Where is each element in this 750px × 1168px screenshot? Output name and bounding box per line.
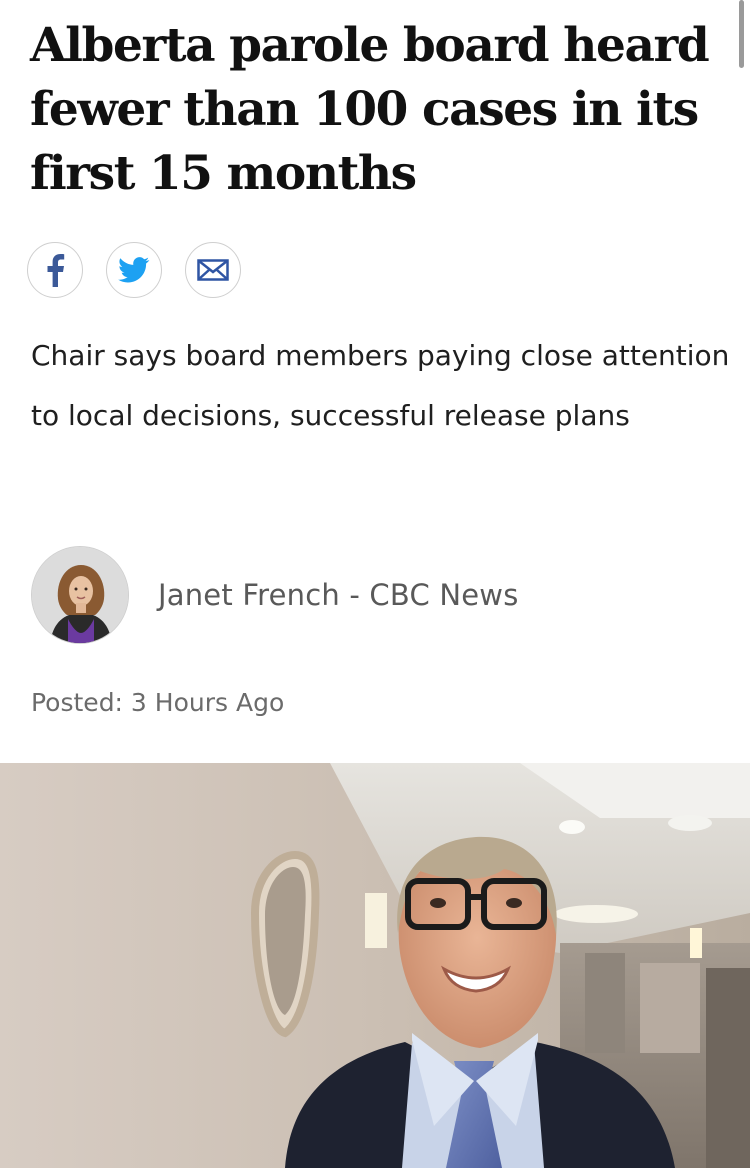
email-icon (197, 259, 229, 281)
twitter-icon (118, 257, 150, 283)
share-bar (27, 242, 241, 300)
email-share-button[interactable] (185, 242, 241, 298)
scrollbar[interactable] (739, 0, 744, 68)
article-headline: Alberta parole board heard fewer than 10… (30, 18, 710, 201)
facebook-icon (45, 253, 65, 287)
posted-timestamp: Posted: 3 Hours Ago (31, 688, 285, 717)
article-summary: Chair says board members paying close at… (31, 339, 730, 432)
lead-photo (0, 763, 750, 1168)
author-name[interactable]: Janet French - CBC News (158, 578, 519, 612)
author-avatar[interactable] (31, 546, 129, 644)
facebook-share-button[interactable] (27, 242, 83, 298)
byline: Janet French - CBC News (31, 546, 519, 644)
twitter-share-button[interactable] (106, 242, 162, 298)
